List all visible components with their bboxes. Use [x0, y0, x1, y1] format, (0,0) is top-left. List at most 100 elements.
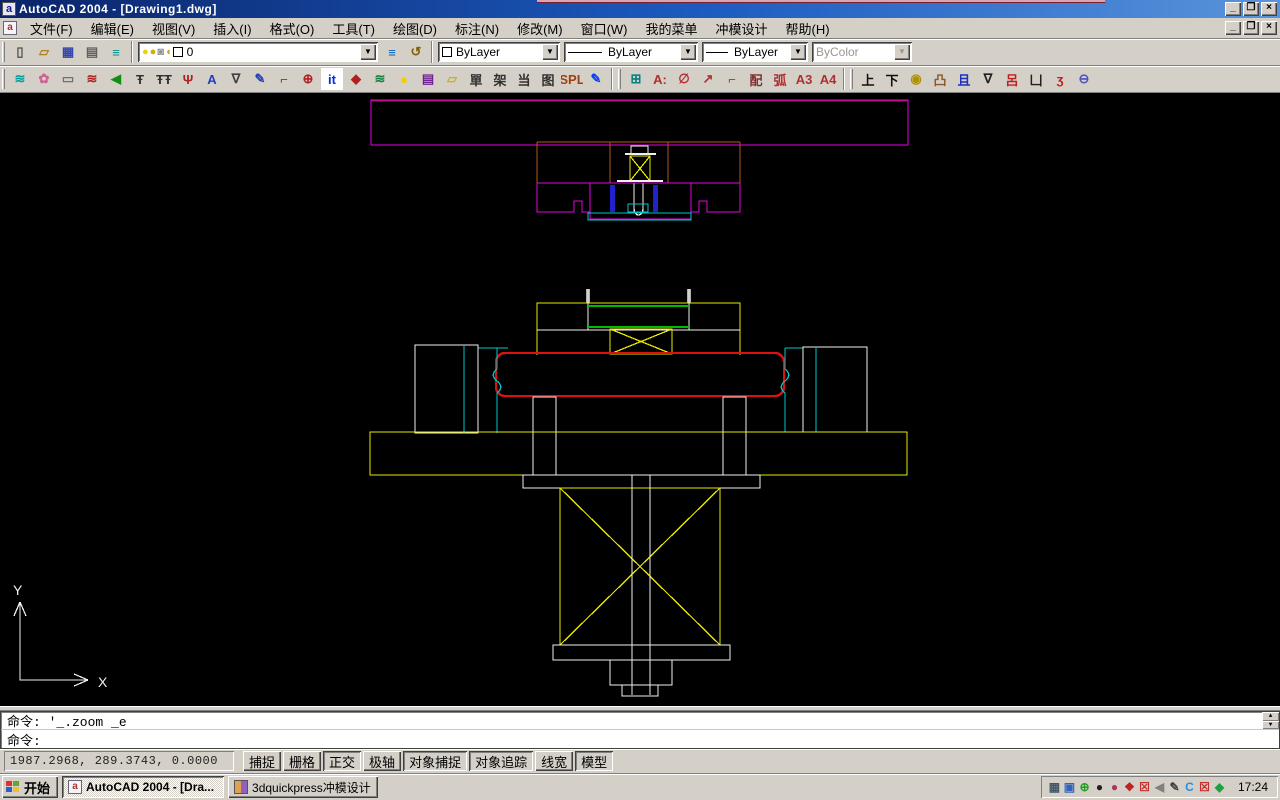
- linetype-dropdown-arrow[interactable]: ▼: [680, 44, 696, 60]
- toggle-grid[interactable]: 栅格: [283, 751, 321, 771]
- a4-paper-icon[interactable]: A4: [817, 68, 839, 90]
- layer-on-bulb-icon[interactable]: ●: [142, 47, 149, 58]
- keyboard-tray-icon[interactable]: ▦: [1047, 780, 1062, 795]
- start-button[interactable]: 开始: [2, 776, 58, 798]
- menu-item-10[interactable]: 我的菜单: [637, 17, 707, 40]
- center-target-icon[interactable]: ⊕: [297, 68, 319, 90]
- menu-item-4[interactable]: 格式(O): [261, 17, 324, 40]
- tray-tool-icon[interactable]: ▱: [441, 68, 463, 90]
- leader-icon[interactable]: ↗: [697, 68, 719, 90]
- blue-pencil-icon[interactable]: ✎: [585, 68, 607, 90]
- a3-paper-icon[interactable]: A3: [793, 68, 815, 90]
- dan-tool-icon[interactable]: 單: [465, 68, 487, 90]
- shield-tray-icon[interactable]: ◆: [1212, 780, 1227, 795]
- doc-restore-button[interactable]: ❐: [1243, 21, 1259, 35]
- toggle-otrack[interactable]: 对象追踪: [469, 751, 533, 771]
- text-frame-tool-icon[interactable]: A: [201, 68, 223, 90]
- menu-item-5[interactable]: 工具(T): [323, 17, 384, 40]
- layers-manager-icon[interactable]: ≡: [105, 41, 127, 63]
- quadrant-target-icon[interactable]: ◉: [905, 68, 927, 90]
- menu-item-8[interactable]: 修改(M): [508, 17, 572, 40]
- blue-pillar-icon[interactable]: 且: [953, 68, 975, 90]
- network-tray-icon[interactable]: ▣: [1062, 780, 1077, 795]
- toggle-snap[interactable]: 捕捉: [243, 751, 281, 771]
- volume-tray-icon[interactable]: ◀: [1152, 780, 1167, 795]
- taper-pin-icon[interactable]: ∇: [977, 68, 999, 90]
- double-pin-tool-icon[interactable]: ŦŦ: [153, 68, 175, 90]
- make-object-layer-current-icon[interactable]: ≡: [381, 41, 403, 63]
- red-app-tray-icon[interactable]: ❖: [1122, 780, 1137, 795]
- taskbar-task-3dquickpress[interactable]: 3dquickpress冲模设计: [228, 776, 378, 798]
- funnel-tool-icon[interactable]: ∇: [225, 68, 247, 90]
- qq-penguin2-tray-icon[interactable]: ●: [1107, 780, 1122, 795]
- doc-minimize-button[interactable]: _: [1225, 21, 1241, 35]
- menu-item-6[interactable]: 绘图(D): [384, 17, 446, 40]
- upper-die-icon[interactable]: 上: [857, 68, 879, 90]
- sheet-stack-icon[interactable]: ≋: [9, 68, 31, 90]
- stylus-tray-icon[interactable]: ✎: [1167, 780, 1182, 795]
- arc-tool-icon[interactable]: 弧: [769, 68, 791, 90]
- layer-dropdown-arrow[interactable]: ▼: [360, 44, 376, 60]
- toggle-lineweight[interactable]: 线宽: [535, 751, 573, 771]
- toggle-ortho[interactable]: 正交: [323, 751, 361, 771]
- toggle-polar[interactable]: 极轴: [363, 751, 401, 771]
- menu-item-12[interactable]: 帮助(H): [777, 17, 839, 40]
- layer-dropdown[interactable]: ●●◙◖ 0 ▼: [138, 42, 378, 62]
- app-close-button[interactable]: ×: [1261, 2, 1277, 16]
- bulb-tool-icon[interactable]: ●: [393, 68, 415, 90]
- green-plus-tray-icon[interactable]: ⊕: [1077, 780, 1092, 795]
- app-restore-button[interactable]: ❐: [1243, 2, 1259, 16]
- menu-item-9[interactable]: 窗口(W): [572, 17, 637, 40]
- network-error-tray-icon[interactable]: ☒: [1137, 780, 1152, 795]
- punch-icon[interactable]: 凸: [929, 68, 951, 90]
- flower-tool-icon[interactable]: ✿: [33, 68, 55, 90]
- save-icon[interactable]: ▦: [57, 41, 79, 63]
- display-error-tray-icon[interactable]: ☒: [1197, 780, 1212, 795]
- probe-tool-icon[interactable]: ⌐: [273, 68, 295, 90]
- scroll-down-icon[interactable]: ▼: [1262, 721, 1279, 730]
- toolbar-grip[interactable]: [850, 69, 853, 89]
- command-scrollbar[interactable]: ▲ ▼: [1262, 712, 1279, 729]
- spring-icon[interactable]: ʒ: [1049, 68, 1071, 90]
- press-machine-icon[interactable]: ◆: [345, 68, 367, 90]
- jia-tool-icon[interactable]: 架: [489, 68, 511, 90]
- doc-close-button[interactable]: ×: [1261, 21, 1277, 35]
- frame-tool-icon[interactable]: ▭: [57, 68, 79, 90]
- menu-item-3[interactable]: 插入(I): [204, 17, 260, 40]
- layer-lock-icon[interactable]: ◙: [157, 47, 164, 58]
- sketch-pen-icon[interactable]: ✎: [249, 68, 271, 90]
- menu-item-11[interactable]: 冲模设计: [707, 17, 777, 40]
- book-tool-icon[interactable]: ▤: [417, 68, 439, 90]
- menu-item-0[interactable]: 文件(F): [21, 17, 82, 40]
- linetype-dropdown[interactable]: ByLayer ▼: [564, 42, 698, 62]
- menu-item-7[interactable]: 标注(N): [446, 17, 508, 40]
- it-tool-icon[interactable]: it: [321, 68, 343, 90]
- lineweight-dropdown[interactable]: ByLayer ▼: [702, 42, 808, 62]
- app-minimize-button[interactable]: _: [1225, 2, 1241, 16]
- point-coordinate-icon[interactable]: ⊞: [625, 68, 647, 90]
- drawing-doc-icon[interactable]: a: [3, 21, 17, 35]
- print-icon[interactable]: ▤: [81, 41, 103, 63]
- blue-c-tray-icon[interactable]: C: [1182, 780, 1197, 795]
- new-file-icon[interactable]: ▯: [9, 41, 31, 63]
- drawing-canvas[interactable]: Y X: [0, 93, 1280, 706]
- layer-unlock-icon[interactable]: ◖: [165, 47, 172, 58]
- menu-item-2[interactable]: 视图(V): [143, 17, 204, 40]
- toggle-osnap[interactable]: 对象捕捉: [403, 751, 467, 771]
- toolbar-grip[interactable]: [2, 69, 5, 89]
- command-input-line[interactable]: 命令:: [7, 730, 41, 749]
- layer-thaw-icon[interactable]: ●: [150, 47, 157, 58]
- block-edit-icon[interactable]: 配: [745, 68, 767, 90]
- qq-penguin-tray-icon[interactable]: ●: [1092, 780, 1107, 795]
- corner-dim-icon[interactable]: ⌐: [721, 68, 743, 90]
- open-file-icon[interactable]: ▱: [33, 41, 55, 63]
- diameter-icon[interactable]: ∅: [673, 68, 695, 90]
- die-shoe-icon[interactable]: 凵: [1025, 68, 1047, 90]
- pin-tool-icon[interactable]: Ŧ: [129, 68, 151, 90]
- annotate-a-icon[interactable]: A:: [649, 68, 671, 90]
- toggle-model[interactable]: 模型: [575, 751, 613, 771]
- color-dropdown-arrow[interactable]: ▼: [542, 44, 558, 60]
- dang-tool-icon[interactable]: 当: [513, 68, 535, 90]
- lower-die-icon[interactable]: 下: [881, 68, 903, 90]
- screw-icon[interactable]: ⊖: [1073, 68, 1095, 90]
